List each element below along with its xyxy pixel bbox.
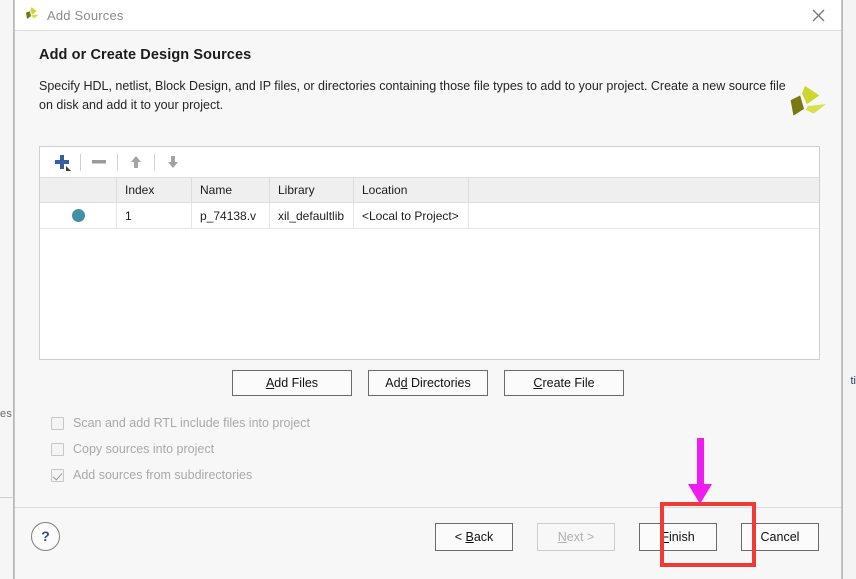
cell-location: <Local to Project> xyxy=(354,202,469,229)
annotation-arrow-icon xyxy=(688,438,712,504)
add-files-button[interactable]: Add Files xyxy=(232,370,352,396)
add-sources-dialog: Add Sources Add or Create Design Sources… xyxy=(14,0,842,579)
dialog-title: Add Sources xyxy=(47,7,124,23)
column-header-status[interactable] xyxy=(40,177,117,203)
background-divider xyxy=(0,497,14,498)
background-right-strip xyxy=(842,0,856,579)
toolbar-separator xyxy=(154,153,155,171)
file-status-dot-icon xyxy=(40,202,117,229)
wizard-navigation: < Back Next > Finish Cancel xyxy=(435,523,819,551)
toolbar-separator xyxy=(117,153,118,171)
column-header-library[interactable]: Library xyxy=(270,177,354,203)
sources-table-empty-area[interactable] xyxy=(40,229,819,359)
background-left-text: es xyxy=(0,408,13,420)
option-label: Add sources from subdirectories xyxy=(73,468,253,482)
option-copy-sources[interactable]: Copy sources into project xyxy=(51,436,310,462)
back-button[interactable]: < Back xyxy=(435,523,513,551)
sources-table-header: Index Name Library Location xyxy=(40,177,819,203)
option-label: Scan and add RTL include files into proj… xyxy=(73,416,310,430)
arrow-up-icon[interactable] xyxy=(121,149,151,175)
minus-icon[interactable] xyxy=(84,149,114,175)
checkbox-icon[interactable] xyxy=(51,442,64,456)
background-left-strip xyxy=(0,0,14,579)
sources-panel: Index Name Library Location 1 p_74138.v … xyxy=(39,146,820,360)
page-title: Add or Create Design Sources xyxy=(39,47,252,63)
arrow-down-icon[interactable] xyxy=(158,149,188,175)
next-button: Next > xyxy=(537,523,615,551)
cell-library: xil_defaultlib xyxy=(270,202,354,229)
sources-toolbar xyxy=(40,147,819,178)
dialog-header: Add or Create Design Sources Specify HDL… xyxy=(15,31,841,149)
cancel-button[interactable]: Cancel xyxy=(741,523,819,551)
dialog-titlebar: Add Sources xyxy=(15,0,841,31)
close-icon[interactable] xyxy=(795,0,841,31)
add-directories-button[interactable]: Add Directories xyxy=(368,370,488,396)
table-row[interactable]: 1 p_74138.v xil_defaultlib <Local to Pro… xyxy=(40,202,819,229)
plus-icon[interactable] xyxy=(47,149,77,175)
finish-button[interactable]: Finish xyxy=(639,523,717,551)
options-group: Scan and add RTL include files into proj… xyxy=(51,410,310,488)
footer-divider xyxy=(15,507,841,508)
checkbox-icon[interactable] xyxy=(51,416,64,430)
vivado-logo-icon xyxy=(790,85,827,116)
cell-name: p_74138.v xyxy=(192,202,270,229)
column-header-location[interactable]: Location xyxy=(354,177,469,203)
column-header-filler xyxy=(469,178,819,203)
option-scan-rtl-include[interactable]: Scan and add RTL include files into proj… xyxy=(51,410,310,436)
column-header-name[interactable]: Name xyxy=(192,177,270,203)
background-right-text: ti xyxy=(850,375,856,387)
column-header-index[interactable]: Index xyxy=(117,177,192,203)
create-file-button[interactable]: Create File xyxy=(504,370,624,396)
source-action-buttons: Add Files Add Directories Create File xyxy=(15,370,841,396)
cell-index: 1 xyxy=(117,202,192,229)
checkbox-checked-icon[interactable] xyxy=(51,468,64,482)
toolbar-separator xyxy=(80,153,81,171)
option-add-subdirectories[interactable]: Add sources from subdirectories xyxy=(51,462,310,488)
option-label: Copy sources into project xyxy=(73,442,215,456)
vivado-logo-icon xyxy=(25,7,39,19)
cell-filler xyxy=(469,203,819,229)
page-description: Specify HDL, netlist, Block Design, and … xyxy=(39,79,786,112)
help-button[interactable]: ? xyxy=(31,522,60,551)
